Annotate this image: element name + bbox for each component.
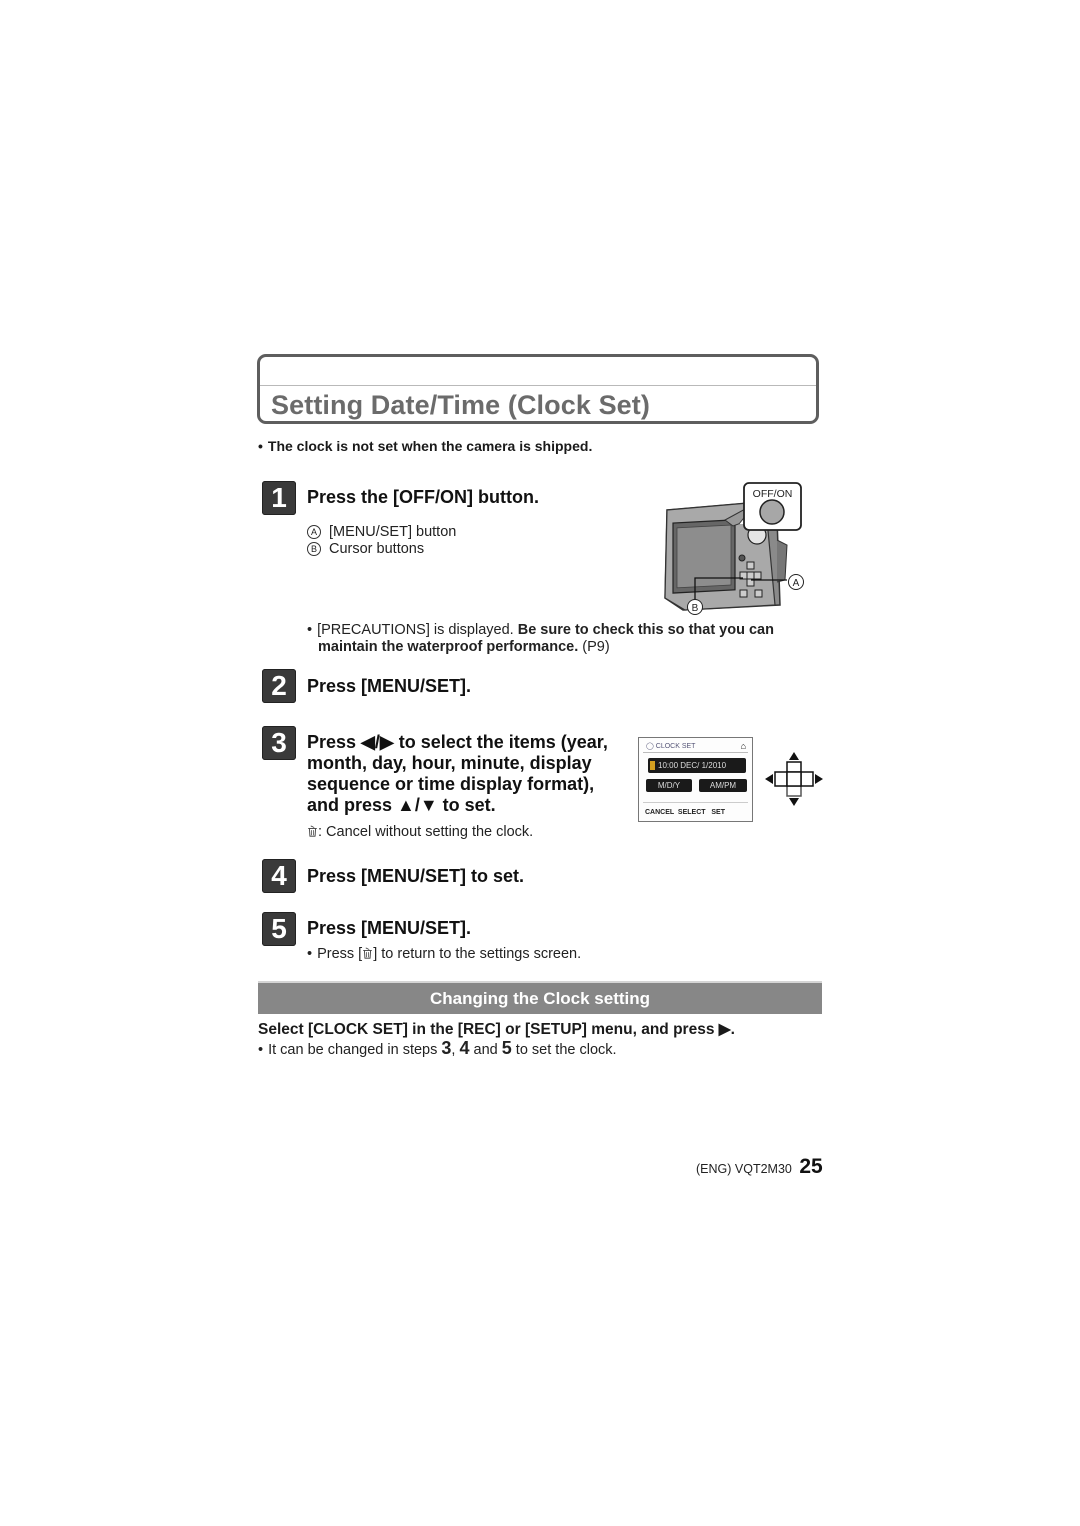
screen-header: ◯ CLOCK SET bbox=[646, 743, 696, 750]
intro-note: • The clock is not set when the camera is… bbox=[258, 438, 592, 454]
return-note: • Press [ ] to return to the settings scr… bbox=[307, 946, 581, 962]
section-note: • It can be changed in steps 3, 4 and 5 t… bbox=[258, 1038, 617, 1059]
precautions-page-ref: (P9) bbox=[578, 639, 610, 655]
precautions-note-plain: [PRECAUTIONS] is displayed. bbox=[317, 622, 518, 638]
datetime-value: 10:00 DEC/ 1/2010 bbox=[658, 761, 727, 770]
step-3-heading-line-4: and press ▲/▼ to set. bbox=[307, 795, 496, 815]
up-arrow-icon bbox=[789, 752, 799, 760]
step-1-heading: Press the [OFF/ON] button. bbox=[307, 487, 539, 507]
precautions-note-line2: maintain the waterproof performance. (P9… bbox=[318, 639, 610, 655]
page-number: 25 bbox=[799, 1155, 823, 1178]
page-title: Setting Date/Time (Clock Set) bbox=[271, 390, 650, 420]
section-instruction: Select [CLOCK SET] in the [REC] or [SETU… bbox=[258, 1021, 735, 1038]
document-code: (ENG) VQT2M30 bbox=[696, 1162, 792, 1176]
cancel-note-text: : Cancel without setting the clock. bbox=[318, 824, 534, 840]
legend-b: B Cursor buttons bbox=[307, 541, 424, 557]
datetime-field: 10:00 DEC/ 1/2010 bbox=[648, 758, 746, 773]
step-ref: 4 bbox=[459, 1038, 470, 1058]
step-2-heading: Press [MENU/SET]. bbox=[307, 676, 472, 696]
screen-footer: CANCEL SELECT SET bbox=[645, 809, 725, 816]
svg-text:A: A bbox=[793, 578, 800, 589]
trash-icon bbox=[363, 947, 372, 959]
section-header: Changing the Clock setting bbox=[258, 983, 822, 1014]
return-note-before: Press [ bbox=[317, 946, 363, 962]
step-4-heading: Press [MENU/SET] to set. bbox=[307, 866, 525, 886]
cursor-marker bbox=[650, 761, 655, 770]
legend-a-text: [MENU/SET] button bbox=[329, 524, 457, 540]
title-divider bbox=[260, 385, 816, 386]
screen-header-text: CLOCK SET bbox=[655, 743, 696, 750]
step-5-number: 5 bbox=[262, 912, 296, 946]
time-format-field: AM/PM bbox=[699, 779, 747, 792]
precautions-note-bold-2: maintain the waterproof performance. bbox=[318, 639, 579, 655]
down-arrow-icon bbox=[789, 798, 799, 806]
cancel-note: : Cancel without setting the clock. bbox=[307, 824, 533, 840]
screen-footer-divider bbox=[643, 802, 748, 803]
section-note-text: It can be changed in steps bbox=[268, 1042, 442, 1058]
clock-set-screen: ◯ CLOCK SET ⌂ 10:00 DEC/ 1/2010 M/D/Y AM… bbox=[638, 737, 753, 822]
legend-a: A [MENU/SET] button bbox=[307, 524, 456, 540]
precautions-note-bold-1: Be sure to check this so that you can bbox=[517, 622, 774, 638]
date-format-field: M/D/Y bbox=[646, 779, 692, 792]
step-4-number: 4 bbox=[262, 859, 296, 893]
right-arrow-icon bbox=[815, 774, 823, 784]
title-box: Setting Date/Time (Clock Set) bbox=[257, 354, 819, 424]
marker-b: B bbox=[307, 542, 321, 556]
bullet: • bbox=[258, 438, 263, 454]
step-3-heading-line-3: sequence or time display format), bbox=[307, 774, 595, 794]
return-note-after: ] to return to the settings screen. bbox=[373, 946, 582, 962]
svg-text:B: B bbox=[692, 603, 699, 614]
step-3-number: 3 bbox=[262, 726, 296, 760]
step-5-heading: Press [MENU/SET]. bbox=[307, 918, 472, 938]
home-icon: ⌂ bbox=[740, 741, 746, 751]
section-note-text: and bbox=[469, 1042, 502, 1058]
camera-illustration: OFF/ON A B bbox=[664, 482, 804, 615]
bullet: • bbox=[307, 622, 313, 638]
step-2-number: 2 bbox=[262, 669, 296, 703]
off-on-label: OFF/ON bbox=[753, 488, 793, 500]
step-3-heading-line-2: month, day, hour, minute, display bbox=[307, 753, 592, 773]
cursor-buttons-diagram bbox=[765, 752, 823, 806]
step-3-heading-line-1: Press ◀/▶ to select the items (year, bbox=[307, 732, 608, 752]
left-arrow-icon bbox=[765, 774, 773, 784]
precautions-note: • [PRECAUTIONS] is displayed. Be sure to … bbox=[307, 622, 774, 638]
page-footer: (ENG) VQT2M30 25 bbox=[696, 1155, 823, 1179]
intro-note-text: The clock is not set when the camera is … bbox=[267, 438, 593, 454]
step-ref: 3 bbox=[441, 1038, 452, 1058]
section-note-text: to set the clock. bbox=[511, 1042, 617, 1058]
step-1-number: 1 bbox=[262, 481, 296, 515]
legend-b-text: Cursor buttons bbox=[329, 541, 425, 557]
bullet: • bbox=[258, 1042, 264, 1058]
bullet: • bbox=[307, 946, 313, 962]
off-on-callout: OFF/ON bbox=[738, 482, 802, 531]
trash-icon bbox=[308, 825, 317, 837]
step-ref: 5 bbox=[501, 1038, 512, 1058]
marker-a: A bbox=[307, 525, 321, 539]
screen-divider bbox=[643, 752, 748, 753]
power-button bbox=[759, 499, 785, 525]
